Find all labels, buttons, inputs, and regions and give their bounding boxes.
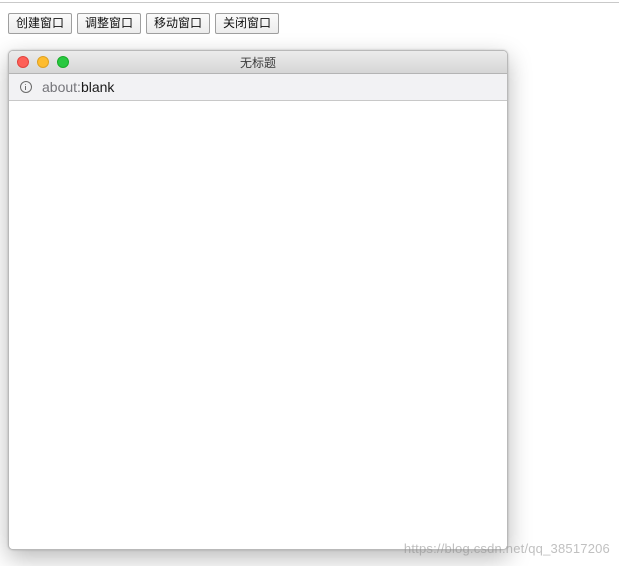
- url-scheme: about:: [42, 79, 81, 95]
- info-icon[interactable]: [20, 81, 32, 93]
- url-path: blank: [80, 79, 115, 95]
- action-toolbar: 创建窗口 调整窗口 移动窗口 关闭窗口: [8, 13, 280, 34]
- move-window-button[interactable]: 移动窗口: [146, 13, 211, 34]
- close-window-button[interactable]: 关闭窗口: [215, 13, 280, 34]
- resize-window-button[interactable]: 调整窗口: [77, 13, 142, 34]
- top-divider: [0, 2, 619, 3]
- window-titlebar[interactable]: 无标题: [9, 51, 507, 74]
- popup-window: 无标题 about:blank: [8, 50, 508, 550]
- create-window-button[interactable]: 创建窗口: [8, 13, 73, 34]
- address-bar[interactable]: about:blank: [9, 74, 507, 101]
- watermark-text: https://blog.csdn.net/qq_38517206: [403, 541, 610, 556]
- window-title: 无标题: [239, 56, 276, 70]
- blank-page-content: [9, 101, 507, 549]
- url-text: about:blank: [42, 74, 114, 100]
- page: 创建窗口 调整窗口 移动窗口 关闭窗口 无标题 about:blank http…: [0, 0, 619, 566]
